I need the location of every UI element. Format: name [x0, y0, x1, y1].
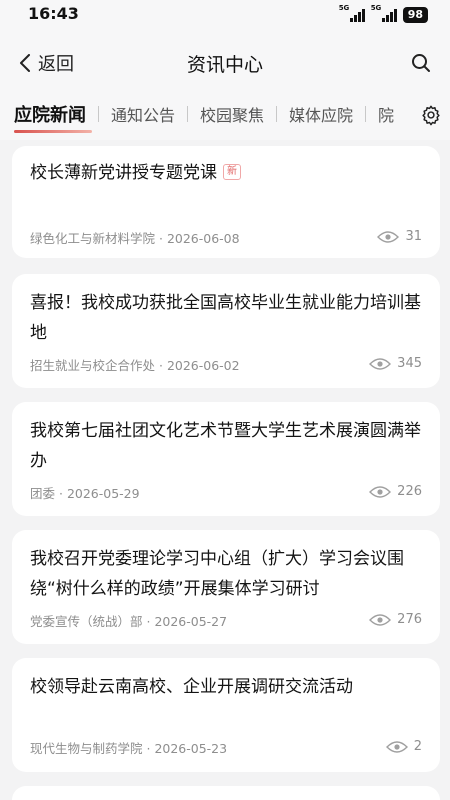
news-title: 校长薄新党讲授专题党课新: [30, 158, 422, 188]
status-bar: 16:43 5G 5G 98: [0, 0, 450, 28]
news-title: 校领导赴云南高校、企业开展调研交流活动: [30, 677, 353, 697]
news-date: 2026-05-23: [154, 741, 228, 756]
news-title: 喜报！我校成功获批全国高校毕业生就业能力培训基地: [30, 293, 421, 343]
news-title: 我校第七届社团文化艺术节暨大学生艺术展演圆满举办: [30, 421, 421, 471]
status-icons: 5G 5G 98: [338, 4, 428, 24]
signal-icon: 5G: [338, 4, 365, 23]
news-card-partial[interactable]: [12, 786, 440, 800]
tab-divider: [187, 106, 189, 122]
search-icon[interactable]: [410, 52, 432, 74]
view-count: 226: [369, 484, 422, 499]
page-title: 资讯中心: [186, 54, 263, 76]
gear-icon[interactable]: [420, 104, 442, 126]
news-source: 党委宣传（统战）部: [30, 614, 143, 629]
news-meta: 党委宣传（统战）部 · 2026-05-27: [30, 614, 228, 629]
news-meta: 绿色化工与新材料学院 · 2026-06-08: [30, 231, 240, 246]
signal-icon-2: 5G: [370, 4, 397, 23]
new-badge: 新: [223, 164, 241, 180]
news-source: 招生就业与校企合作处: [30, 358, 156, 373]
news-card[interactable]: 校长薄新党讲授专题党课新 绿色化工与新材料学院 · 2026-06-08 31: [12, 146, 440, 258]
news-date: 2026-06-02: [166, 358, 240, 373]
tab-campus-focus[interactable]: 校园聚焦: [200, 102, 264, 126]
news-card[interactable]: 校领导赴云南高校、企业开展调研交流活动 现代生物与制药学院 · 2026-05-…: [12, 658, 440, 772]
tab-divider: [365, 106, 367, 122]
view-count: 31: [377, 229, 422, 244]
network-type-1: 5G: [338, 4, 350, 12]
tab-more[interactable]: 院: [378, 102, 394, 126]
news-source: 现代生物与制药学院: [30, 741, 143, 756]
category-tabs: 应院新闻 通知公告 校园聚焦 媒体应院 院: [0, 100, 450, 140]
tab-media[interactable]: 媒体应院: [289, 102, 353, 126]
battery-icon: 98: [402, 7, 428, 23]
news-meta: 团委 · 2026-05-29: [30, 486, 140, 501]
news-date: 2026-06-08: [166, 231, 240, 246]
tab-divider: [276, 106, 278, 122]
news-date: 2026-05-27: [154, 614, 228, 629]
status-time: 16:43: [28, 4, 79, 23]
eye-icon: [385, 740, 408, 753]
news-meta: 招生就业与校企合作处 · 2026-06-02: [30, 358, 240, 373]
app-header: 返回 资讯中心: [0, 28, 450, 100]
tab-notices[interactable]: 通知公告: [111, 102, 175, 126]
tab-campus-news[interactable]: 应院新闻: [14, 101, 86, 127]
news-source: 绿色化工与新材料学院: [30, 231, 156, 246]
news-source: 团委: [30, 486, 56, 501]
network-type-2: 5G: [370, 4, 382, 12]
news-card[interactable]: 喜报！我校成功获批全国高校毕业生就业能力培训基地 招生就业与校企合作处 · 20…: [12, 274, 440, 388]
eye-icon: [369, 485, 392, 498]
news-card[interactable]: 我校第七届社团文化艺术节暨大学生艺术展演圆满举办 团委 · 2026-05-29…: [12, 402, 440, 516]
eye-icon: [369, 613, 392, 626]
tab-divider: [98, 106, 99, 122]
view-count: 2: [385, 739, 422, 754]
eye-icon: [377, 230, 400, 243]
news-date: 2026-05-29: [66, 486, 140, 501]
news-title: 我校召开党委理论学习中心组（扩大）学习会议围绕“树什么样的政绩”开展集体学习研讨: [30, 549, 404, 599]
news-meta: 现代生物与制药学院 · 2026-05-23: [30, 741, 228, 756]
view-count: 276: [369, 612, 422, 627]
active-tab-indicator: [14, 130, 92, 133]
news-card[interactable]: 我校召开党委理论学习中心组（扩大）学习会议围绕“树什么样的政绩”开展集体学习研讨…: [12, 530, 440, 644]
view-count: 345: [369, 356, 422, 371]
eye-icon: [369, 357, 392, 370]
